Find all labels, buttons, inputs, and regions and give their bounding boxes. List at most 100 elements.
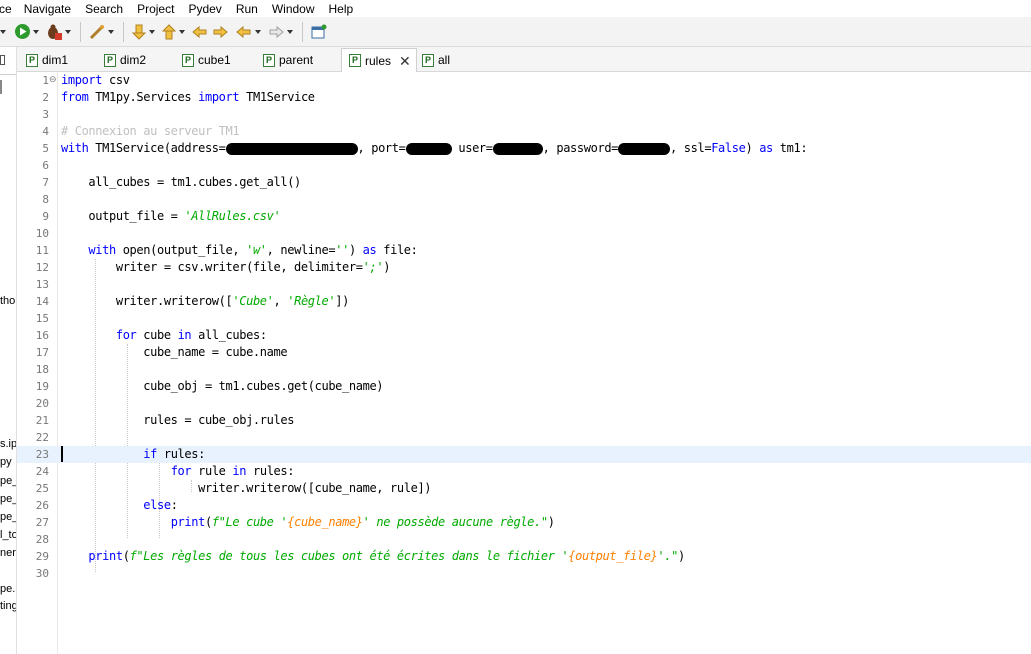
panel-item[interactable]: tho: [0, 295, 15, 307]
code-token: tm1:: [772, 141, 808, 155]
run-dropdown-icon[interactable]: [33, 29, 39, 34]
close-icon[interactable]: ✕: [399, 54, 411, 68]
panel-item[interactable]: ners: [0, 547, 16, 559]
line-number: 7: [42, 176, 49, 189]
up-arrow-icon[interactable]: [161, 22, 177, 42]
forward-icon[interactable]: [211, 22, 229, 42]
code-line: 2 from TM1py.Services import TM1Service: [17, 89, 1031, 106]
editor-tab-bar: P dim1 P dim2 P cube1 P parent P rules ✕…: [17, 47, 1031, 72]
menu-item-search[interactable]: Search: [85, 2, 123, 16]
code-token: ): [677, 549, 685, 563]
code-comment: # Connexion au serveur TM1: [61, 124, 240, 138]
tab-cube1[interactable]: P cube1: [182, 49, 231, 71]
line-number: 29: [35, 550, 49, 563]
menu-item-project[interactable]: Project: [137, 2, 174, 16]
toolbar-separator: [80, 21, 81, 42]
run-icon[interactable]: [14, 22, 31, 42]
tab-label: dim1: [42, 53, 69, 67]
menu-item-run[interactable]: Run: [236, 2, 258, 16]
up-dropdown-icon[interactable]: [179, 29, 185, 34]
code-token: cube: [136, 328, 178, 342]
code-token: rule: [191, 464, 233, 478]
keyword: print: [170, 515, 206, 529]
code-token: TM1Service(address=: [88, 141, 226, 155]
panel-item[interactable]: ting: [0, 600, 16, 612]
code-text: with open(output_file, 'w', newline='') …: [61, 243, 417, 257]
line-number: 22: [35, 431, 49, 444]
tab-rules[interactable]: P rules ✕: [341, 48, 417, 72]
line-number: 11: [35, 244, 49, 257]
panel-item[interactable]: pe_: [0, 475, 16, 487]
tab-all[interactable]: P all: [422, 49, 450, 71]
code-token: ,: [273, 294, 288, 308]
menu-item-help[interactable]: Help: [329, 2, 354, 16]
string-literal: 'Règle': [287, 294, 336, 308]
menu-item-navigate[interactable]: Navigate: [24, 2, 71, 16]
code-line: 16 for cube in all_cubes:: [17, 327, 1031, 344]
tab-dim2[interactable]: P dim2: [104, 49, 146, 71]
string-literal: f"Le cube ': [211, 515, 288, 529]
code-text: with TM1Service(address= , port= user= , p…: [61, 141, 808, 155]
code-token: all_cubes:: [191, 328, 267, 342]
code-text: else:: [61, 498, 178, 512]
line-number: 23: [35, 448, 49, 461]
string-literal: '': [335, 243, 349, 257]
panel-item[interactable]: pe_: [0, 511, 16, 523]
debug-icon[interactable]: [45, 22, 63, 42]
code-line: 22: [17, 429, 1031, 446]
down-dropdown-icon[interactable]: [149, 29, 155, 34]
code-token: open(output_file,: [115, 243, 247, 257]
menu-item-window[interactable]: Window: [272, 2, 315, 16]
new-window-icon[interactable]: [310, 22, 328, 42]
panel-icon: [0, 55, 5, 65]
panel-item[interactable]: l_to: [0, 529, 16, 541]
code-line: 24 for rule in rules:: [17, 463, 1031, 480]
code-line: 29 print(f"Les règles de tous les cubes …: [17, 548, 1031, 565]
code-text: writer = csv.writer(file, delimiter=';'): [61, 260, 391, 274]
code-text: writer.writerow(['Cube', 'Règle']): [61, 294, 349, 308]
line-number: 3: [42, 108, 49, 121]
code-editor[interactable]: 1 ⊖ import csv 2 from TM1py.Services imp…: [17, 72, 1031, 654]
keyword: as: [759, 141, 773, 155]
line-number: 12: [35, 261, 49, 274]
panel-item[interactable]: pe.p: [0, 583, 16, 595]
code-text: from TM1py.Services import TM1Service: [61, 90, 315, 104]
tab-parent[interactable]: P parent: [263, 49, 313, 71]
menu-item-source[interactable]: ce: [0, 2, 12, 16]
panel-item[interactable]: py: [0, 456, 12, 468]
code-token: ]): [335, 294, 349, 308]
wand-dropdown-icon[interactable]: [108, 29, 114, 34]
nav-back-dropdown-icon[interactable]: [255, 29, 261, 34]
menu-item-pydev[interactable]: Pydev: [188, 2, 221, 16]
code-text: cube_name = cube.name: [61, 345, 288, 359]
line-number: 10: [35, 227, 49, 240]
code-text: import csv: [61, 73, 130, 87]
panel-item[interactable]: pe_: [0, 493, 16, 505]
wand-icon[interactable]: [88, 22, 106, 42]
tab-label: rules: [365, 53, 392, 68]
panel-item[interactable]: s.ip: [0, 438, 16, 450]
nav-forward-icon[interactable]: [267, 22, 285, 42]
code-token: rules:: [156, 447, 206, 461]
dropdown-arrow-icon[interactable]: [0, 29, 6, 34]
down-arrow-icon[interactable]: [131, 22, 147, 42]
code-line: 28: [17, 531, 1031, 548]
tab-dim1[interactable]: P dim1: [26, 49, 68, 71]
nav-forward-dropdown-icon[interactable]: [287, 29, 293, 34]
code-line: 21 rules = cube_obj.rules: [17, 412, 1031, 429]
back-icon[interactable]: [191, 22, 209, 42]
tab-label: all: [438, 53, 451, 67]
debug-dropdown-icon[interactable]: [65, 29, 71, 34]
code-token: , ssl=: [670, 141, 712, 155]
fstring-variable: {output_file}: [568, 549, 658, 563]
code-line: 17 cube_name = cube.name: [17, 344, 1031, 361]
nav-back-icon[interactable]: [235, 22, 253, 42]
keyword: as: [362, 243, 377, 257]
code-text: output_file = 'AllRules.csv': [61, 209, 280, 223]
fold-icon[interactable]: ⊖: [49, 74, 57, 85]
keyword: import: [61, 73, 103, 87]
keyword: with: [88, 243, 116, 257]
